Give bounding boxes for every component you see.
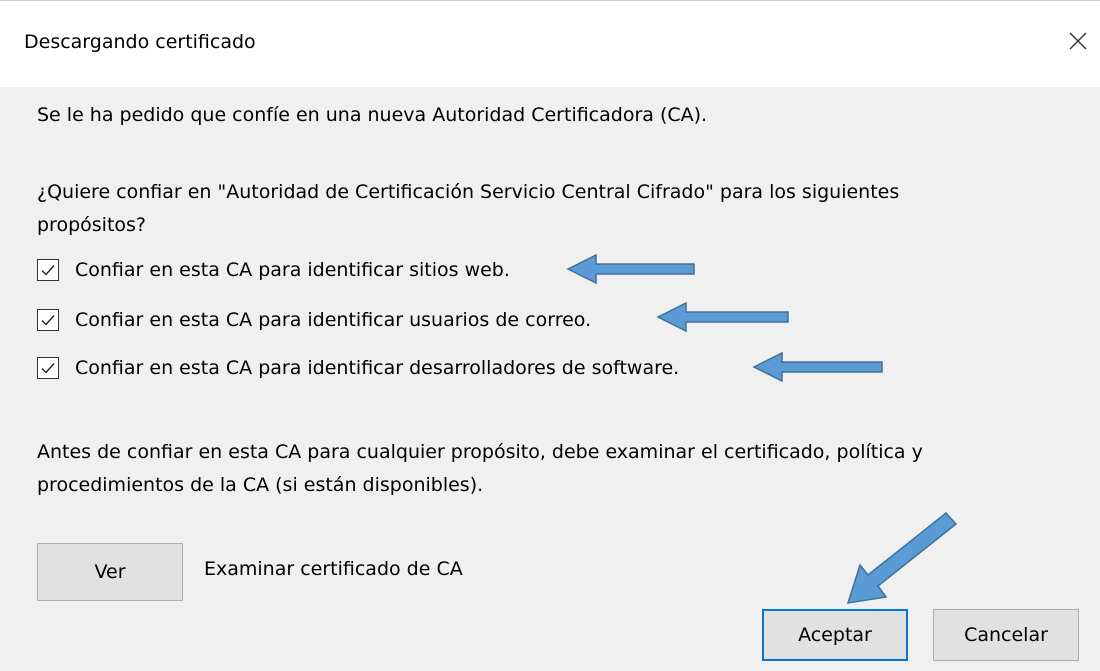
arrow-annotation [846, 511, 958, 604]
view-caption: Examinar certificado de CA [204, 558, 463, 580]
arrow-annotation [752, 351, 883, 383]
checkbox-email[interactable] [37, 309, 59, 331]
close-icon[interactable] [1064, 27, 1092, 55]
checkmark-icon [41, 315, 55, 326]
checkbox-label-websites: Confiar en esta CA para identificar siti… [75, 259, 510, 281]
checkbox-row-software[interactable]: Confiar en esta CA para identificar desa… [37, 353, 679, 383]
checkbox-row-websites[interactable]: Confiar en esta CA para identificar siti… [37, 255, 510, 285]
question-line-2: propósitos? [37, 214, 146, 236]
arrow-annotation [566, 253, 695, 285]
notice-line-1: Antes de confiar en esta CA para cualqui… [37, 441, 923, 463]
certificate-download-dialog: Descargando certificado Se le ha pedido … [0, 0, 1100, 671]
intro-text: Se le ha pedido que confíe en una nueva … [37, 104, 708, 126]
checkmark-icon [41, 363, 55, 374]
checkbox-row-email[interactable]: Confiar en esta CA para identificar usua… [37, 305, 591, 335]
title-bar: Descargando certificado [0, 1, 1100, 87]
checkbox-label-email: Confiar en esta CA para identificar usua… [75, 309, 592, 331]
arrow-annotation [656, 301, 789, 333]
cancel-button[interactable]: Cancelar [933, 609, 1079, 661]
ok-button[interactable]: Aceptar [762, 609, 908, 661]
checkbox-label-software: Confiar en esta CA para identificar desa… [75, 357, 680, 379]
checkbox-websites[interactable] [37, 259, 59, 281]
question-line-1: ¿Quiere confiar en "Autoridad de Certifi… [37, 181, 900, 203]
checkmark-icon [41, 265, 55, 276]
view-button[interactable]: Ver [37, 543, 183, 601]
dialog-title: Descargando certificado [24, 31, 256, 53]
checkbox-software[interactable] [37, 357, 59, 379]
notice-line-2: procedimientos de la CA (si están dispon… [37, 474, 484, 496]
